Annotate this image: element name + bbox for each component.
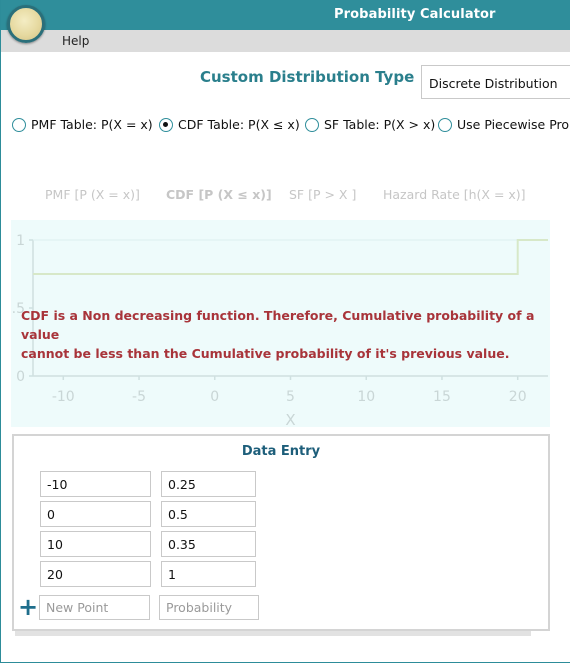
radio-sf-label: SF Table: P(X > x) (324, 117, 436, 132)
error-line-1: CDF is a Non decreasing function. Theref… (21, 308, 535, 342)
panel-shadow (15, 631, 531, 636)
tab-cdf[interactable]: CDF [P (X ≤ x)] (166, 187, 272, 202)
value-input-row-3[interactable]: 10 (40, 531, 151, 557)
title-bar: Probability Calculator (1, 0, 570, 30)
x-tick-label-1: -5 (132, 389, 146, 405)
x-tick-label-0: -10 (52, 389, 75, 405)
radio-selected-dot (163, 122, 168, 127)
value-input-row-1[interactable]: -10 (40, 471, 151, 497)
tab-pmf[interactable]: PMF [P (X = x)] (45, 187, 140, 202)
window-title: Probability Calculator (334, 7, 496, 22)
probability-input-row-3[interactable]: 0.35 (161, 531, 256, 557)
x-tick-label-3: 5 (286, 389, 295, 405)
error-line-2: cannot be less than the Cumulative proba… (21, 346, 510, 361)
data-entry-panel: Data Entry -10 0.25 0 0.5 10 0.35 20 1 +… (12, 434, 550, 631)
value-input-row-4[interactable]: 20 (40, 561, 151, 587)
radio-cdf-circle[interactable] (159, 118, 173, 132)
data-entry-title: Data Entry (241, 444, 321, 459)
x-axis-label: X (285, 411, 295, 427)
tab-hazard-rate[interactable]: Hazard Rate [h(X = x)] (383, 187, 526, 202)
cdf-series-line-0 (33, 239, 548, 275)
distribution-type-dropdown[interactable]: Discrete Distribution (421, 65, 570, 99)
tab-sf[interactable]: SF [P > X ] (289, 187, 356, 202)
add-point-plus-icon[interactable]: + (18, 595, 38, 619)
probability-input-row-1[interactable]: 0.25 (161, 471, 256, 497)
distribution-type-value: Discrete Distribution (429, 76, 558, 91)
radio-pmf-label: PMF Table: P(X = x) (31, 117, 153, 132)
validation-error-message: CDF is a Non decreasing function. Theref… (21, 306, 551, 363)
menu-bar: Help (1, 30, 570, 52)
probability-input-row-4[interactable]: 1 (161, 561, 256, 587)
distribution-type-label: Custom Distribution Type (200, 68, 415, 86)
radio-sf-circle[interactable] (305, 118, 319, 132)
app-window: Probability Calculator Help Custom Distr… (0, 0, 570, 663)
app-menu-orb-icon[interactable] (7, 5, 45, 43)
menu-item-help[interactable]: Help (62, 34, 89, 48)
y-tick-label-2: 1 (16, 233, 25, 249)
x-tick-label-6: 20 (509, 389, 527, 405)
radio-pmf-circle[interactable] (12, 118, 26, 132)
y-tick-label-0: 0 (16, 369, 25, 385)
radio-piecewise-circle[interactable] (438, 118, 452, 132)
x-tick-label-2: 0 (210, 389, 219, 405)
probability-input-row-2[interactable]: 0.5 (161, 501, 256, 527)
radio-piecewise-label: Use Piecewise Prob (457, 117, 570, 132)
radio-cdf-label: CDF Table: P(X ≤ x) (178, 117, 300, 132)
x-tick-label-5: 15 (433, 389, 451, 405)
value-input-row-2[interactable]: 0 (40, 501, 151, 527)
x-tick-label-4: 10 (357, 389, 375, 405)
new-point-input[interactable]: New Point (39, 595, 150, 620)
new-probability-input[interactable]: Probability (159, 595, 259, 620)
